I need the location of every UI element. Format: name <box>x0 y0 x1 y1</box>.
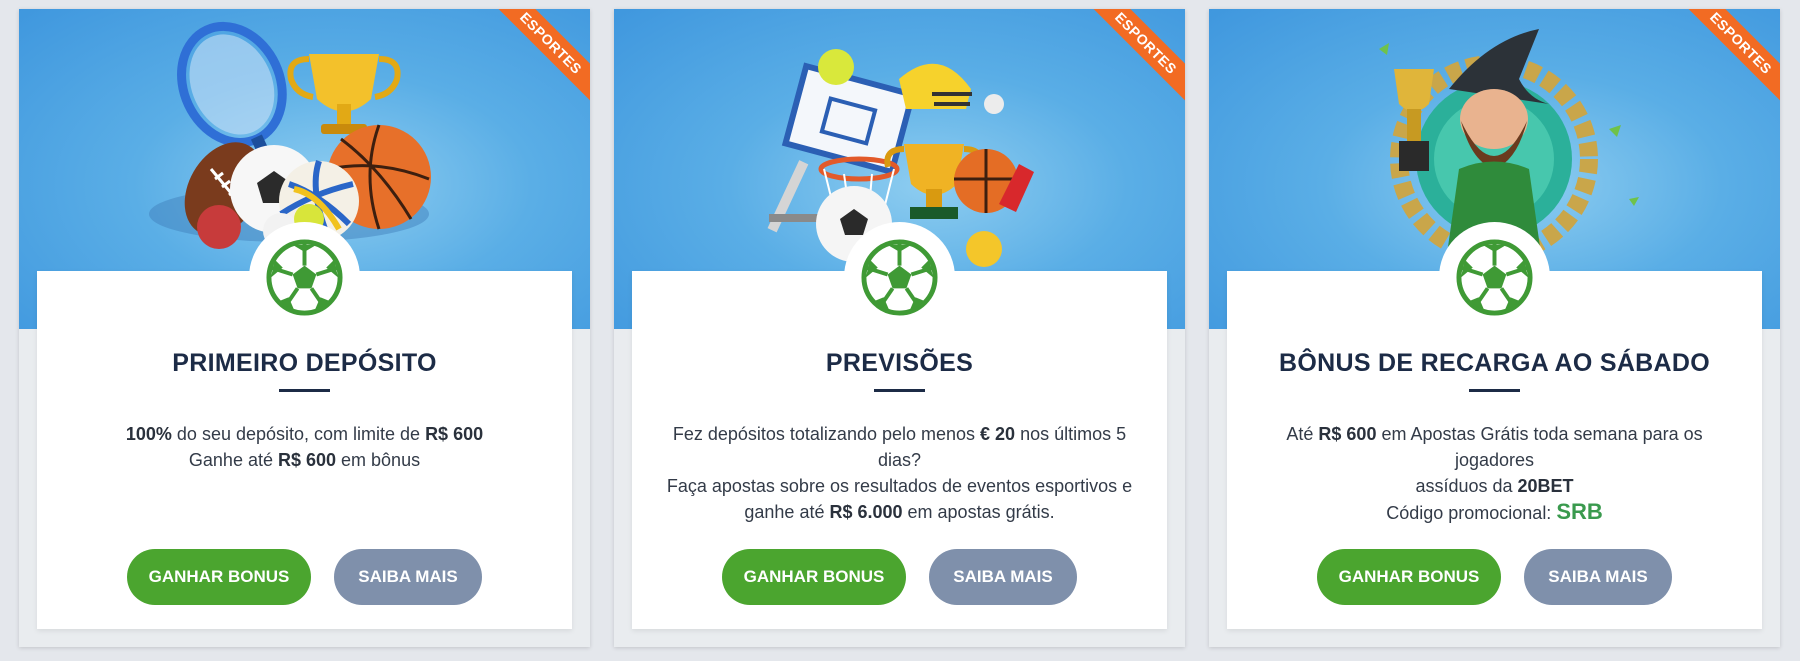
ribbon-label: ESPORTES <box>1685 9 1780 104</box>
saiba-mais-button[interactable]: SAIBA MAIS <box>929 549 1077 605</box>
promo-code: SRB <box>1556 499 1603 524</box>
title-underline <box>279 389 330 392</box>
ribbon-label: ESPORTES <box>495 9 590 104</box>
category-ribbon: ESPORTES <box>495 9 590 104</box>
card-title: BÔNUS DE RECARGA AO SÁBADO <box>1279 349 1710 377</box>
category-ribbon: ESPORTES <box>1685 9 1780 104</box>
saiba-mais-button[interactable]: SAIBA MAIS <box>1524 549 1672 605</box>
soccer-ball-icon <box>1456 239 1533 316</box>
card-description: 100% do seu depósito, com limite de R$ 6… <box>125 424 484 470</box>
ganhar-bonus-button[interactable]: GANHAR BONUS <box>1317 549 1501 605</box>
card-title: PREVISÕES <box>825 349 974 377</box>
title-underline <box>874 389 925 392</box>
soccer-ball-badge <box>249 222 360 333</box>
card-title: PRIMEIRO DEPÓSITO <box>172 349 437 377</box>
saiba-mais-button[interactable]: SAIBA MAIS <box>334 549 482 605</box>
ganhar-bonus-button[interactable]: GANHAR BONUS <box>722 549 906 605</box>
soccer-ball-badge <box>844 222 955 333</box>
card-description: Até R$ 600 em Apostas Grátis toda semana… <box>1286 424 1703 524</box>
card-description: Fez depósitos totalizando pelo menos € 2… <box>666 424 1133 522</box>
soccer-ball-icon <box>266 239 343 316</box>
title-underline <box>1469 389 1520 392</box>
soccer-ball-icon <box>861 239 938 316</box>
ganhar-bonus-button[interactable]: GANHAR BONUS <box>127 549 311 605</box>
promo-card-bonus-recarga-sabado: ESPORTES BÔNUS DE RECARGA AO SÁBADO Até … <box>1209 9 1780 647</box>
soccer-ball-badge <box>1439 222 1550 333</box>
promo-card-primeiro-deposito: ESPORTES PRIMEIRO DEPÓSITO 100% do seu d… <box>19 9 590 647</box>
category-ribbon: ESPORTES <box>1090 9 1185 104</box>
promo-card-previsoes: ESPORTES PREVISÕES Fez depósitos totaliz… <box>614 9 1185 647</box>
ribbon-label: ESPORTES <box>1090 9 1185 104</box>
